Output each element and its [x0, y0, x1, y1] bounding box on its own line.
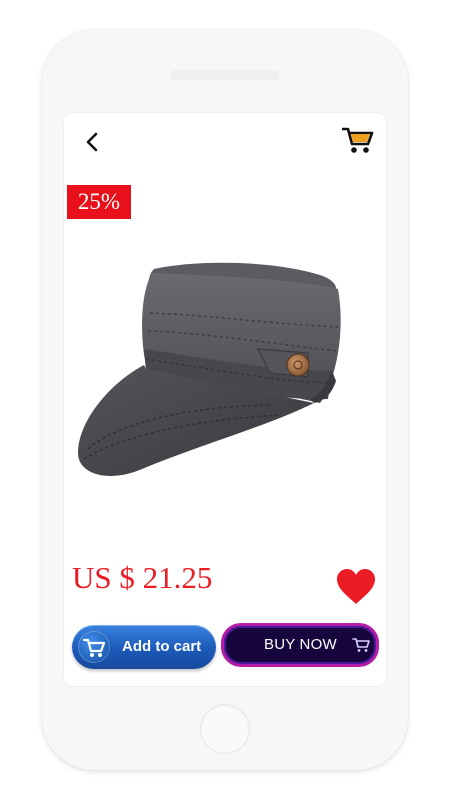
home-button[interactable] [201, 705, 249, 753]
product-price: US $ 21.25 [72, 560, 213, 595]
favorite-button[interactable] [335, 568, 377, 606]
cart-button[interactable] [341, 125, 374, 155]
discount-badge: 25% [67, 185, 131, 219]
phone-speaker [170, 70, 280, 80]
shopping-cart-icon [341, 127, 374, 153]
product-screen: 25% US $ 21.25 Add to cart BUY NOW [64, 113, 386, 686]
cap-icon [78, 262, 341, 476]
heart-icon [337, 569, 375, 604]
cart-icon-badge [78, 631, 110, 663]
buy-now-label: BUY NOW [264, 636, 337, 653]
buy-now-button[interactable]: BUY NOW [221, 623, 379, 667]
shopping-cart-icon [82, 638, 106, 657]
shopping-cart-icon [352, 638, 370, 652]
chevron-left-icon [86, 132, 98, 152]
add-to-cart-label: Add to cart [122, 638, 202, 655]
back-button[interactable] [82, 131, 104, 153]
add-to-cart-button[interactable]: Add to cart [72, 625, 216, 669]
